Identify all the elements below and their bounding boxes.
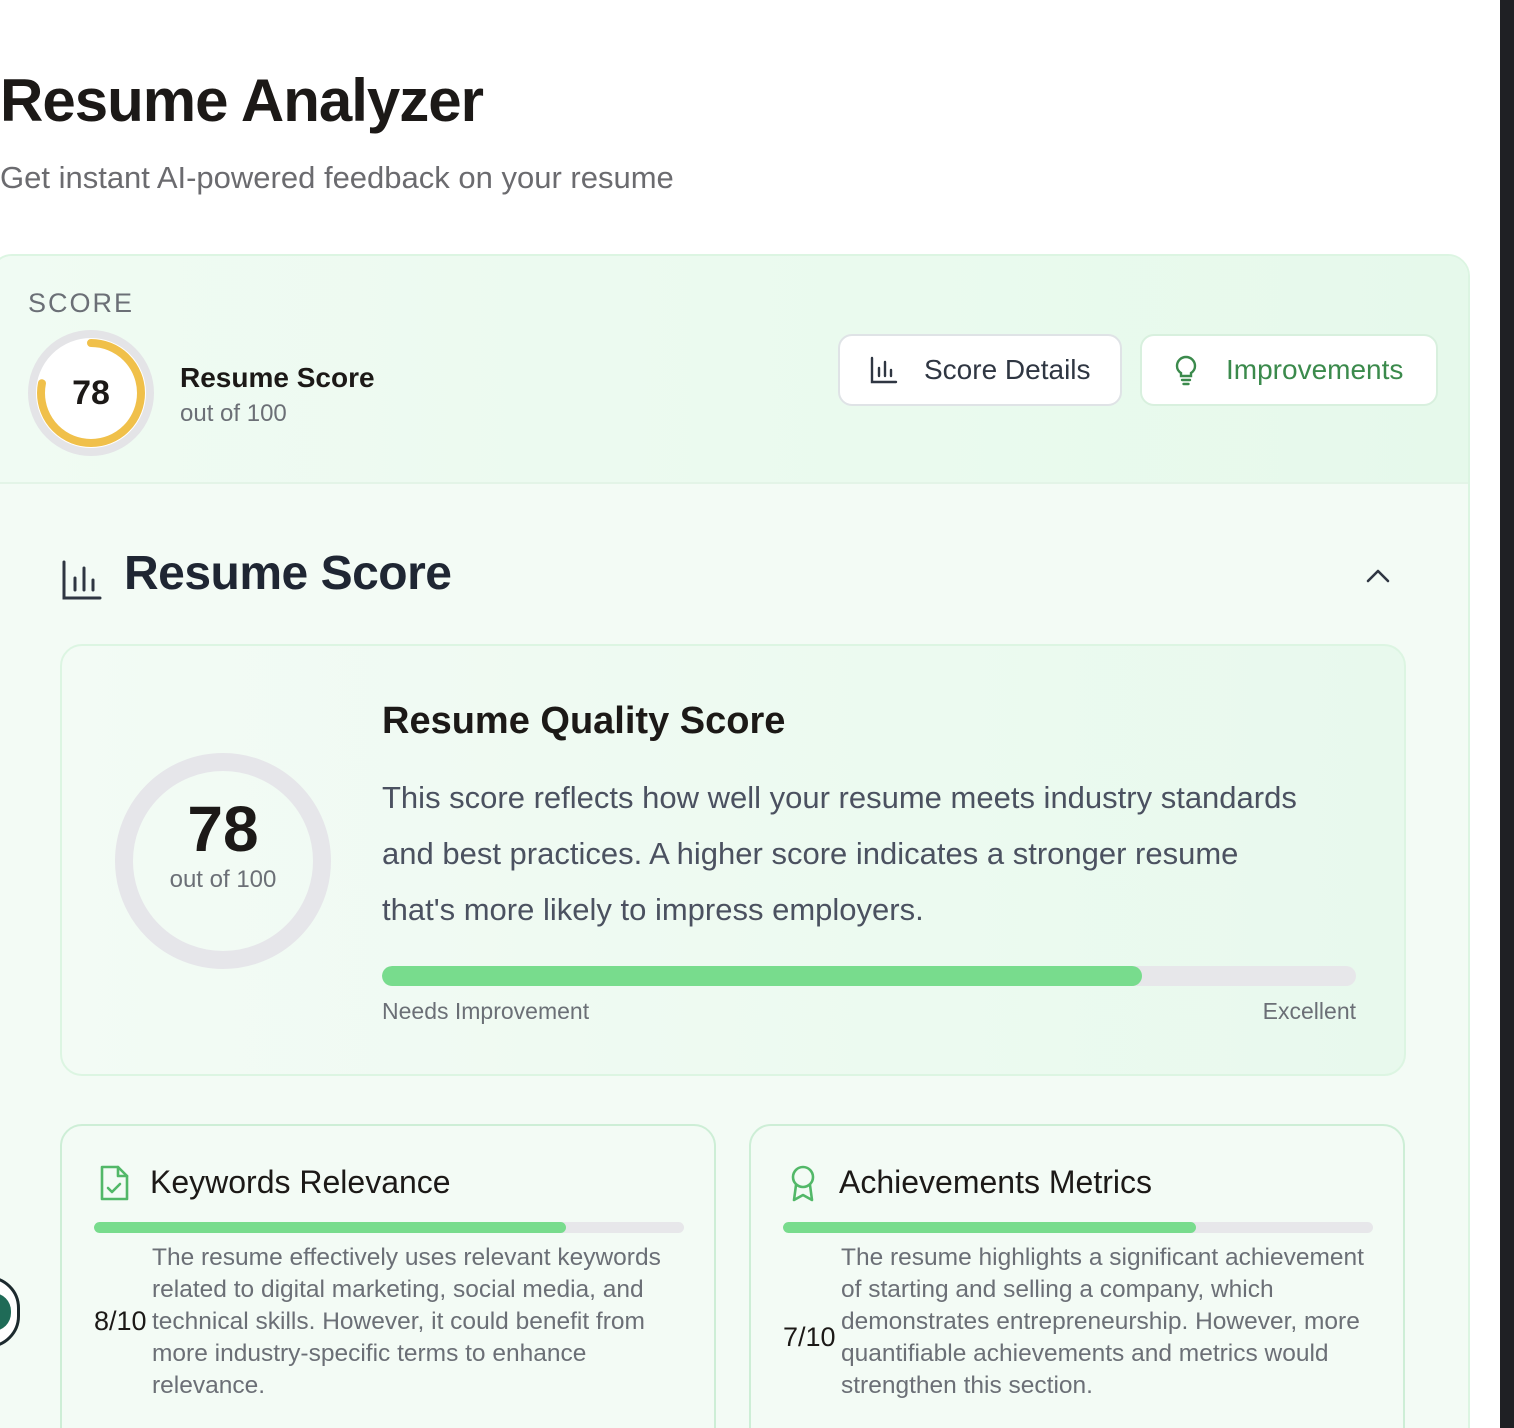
metric-progress-bar — [94, 1222, 684, 1233]
score-summary-bar: SCORE 78 Resume Score out of 100 Score D… — [0, 256, 1468, 484]
quality-score-card: 78 out of 100 Resume Quality Score This … — [60, 644, 1406, 1076]
quality-score-ring: 78 out of 100 — [114, 752, 332, 970]
page-subtitle: Get instant AI-powered feedback on your … — [0, 160, 674, 195]
metric-progress-bar — [783, 1222, 1373, 1233]
metric-progress-fill — [94, 1222, 566, 1233]
page-title: Resume Analyzer — [0, 67, 484, 134]
progress-low-label: Needs Improvement — [382, 998, 590, 1024]
metric-score: 8/10 — [94, 1306, 147, 1336]
award-icon — [785, 1164, 821, 1202]
summary-score-value: 78 — [72, 373, 110, 412]
resume-score-section-header[interactable]: Resume Score — [0, 546, 1468, 616]
file-check-icon — [96, 1164, 132, 1202]
summary-score-ring: 78 — [26, 328, 156, 458]
metric-progress-fill — [783, 1222, 1196, 1233]
summary-score-title: Resume Score — [180, 362, 375, 393]
score-details-button[interactable]: Score Details — [838, 334, 1122, 406]
metric-card-keywords: Keywords Relevance 8/10 The resume effec… — [60, 1124, 716, 1428]
quality-score-subtitle: out of 100 — [169, 866, 277, 893]
score-eyebrow: SCORE — [28, 288, 135, 318]
metric-description: The resume effectively uses relevant key… — [152, 1244, 661, 1399]
quality-title: Resume Quality Score — [382, 700, 786, 742]
metric-title: Keywords Relevance — [150, 1164, 451, 1200]
metric-title: Achievements Metrics — [839, 1164, 1152, 1200]
improvements-button[interactable]: Improvements — [1140, 334, 1438, 406]
metric-card-achievements: Achievements Metrics 7/10 The resume hig… — [749, 1124, 1405, 1428]
analysis-card: SCORE 78 Resume Score out of 100 Score D… — [0, 254, 1470, 1428]
lightbulb-icon — [1170, 354, 1202, 386]
quality-progress-bar — [382, 966, 1356, 986]
section-title: Resume Score — [124, 547, 452, 600]
metric-description: The resume highlights a significant achi… — [841, 1244, 1364, 1399]
quality-score-value: 78 — [187, 793, 259, 865]
window-edge — [1500, 0, 1514, 1428]
metric-score: 7/10 — [783, 1322, 836, 1352]
bar-chart-icon — [60, 558, 104, 602]
quality-progress-fill — [382, 966, 1142, 986]
summary-score-subtitle: out of 100 — [180, 400, 287, 427]
bar-chart-icon — [868, 354, 900, 386]
score-details-label: Score Details — [924, 354, 1091, 385]
improvements-label: Improvements — [1226, 354, 1404, 385]
progress-high-label: Excellent — [1262, 998, 1356, 1024]
chevron-up-icon[interactable] — [1362, 560, 1394, 592]
quality-description: This score reflects how well your resume… — [382, 780, 1297, 927]
avatar — [0, 1293, 11, 1331]
